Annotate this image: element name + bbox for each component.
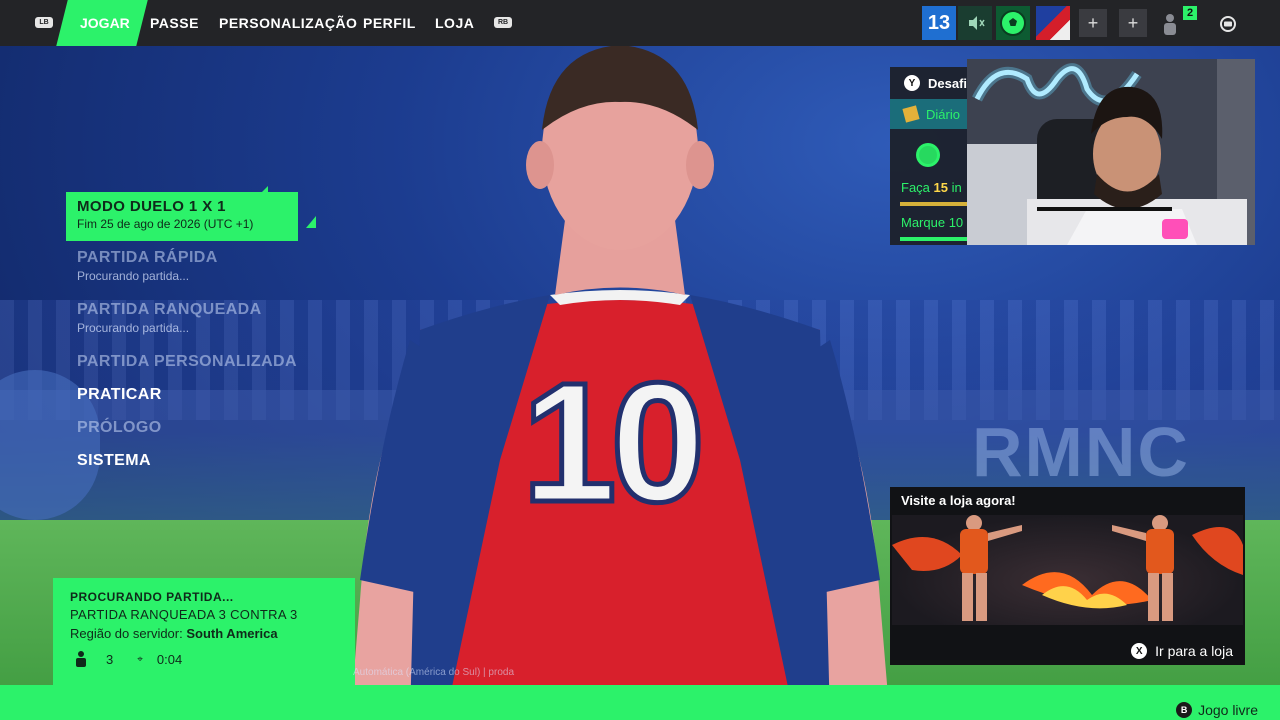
tab-loja[interactable]: LOJA xyxy=(435,15,474,31)
tab-diario-label: Diário xyxy=(926,106,960,122)
go-to-store-label: Ir para a loja xyxy=(1155,643,1233,659)
webcam-overlay xyxy=(967,59,1255,245)
timer-icon: ⌖ xyxy=(137,653,143,665)
challenge-task-1-prefix: Faça xyxy=(901,180,930,195)
chat-icon[interactable] xyxy=(1219,15,1237,38)
flag-icon[interactable] xyxy=(1036,6,1070,40)
free-play-label: Jogo livre xyxy=(1198,702,1258,718)
go-to-store-button[interactable]: X Ir para a loja xyxy=(1131,643,1233,659)
top-navigation-bar: LB JOGAR PASSE PERSONALIZAÇÃO PERFIL LOJ… xyxy=(0,0,1280,46)
mode-end-date: Fim 25 de ago de 2026 (UTC +1) xyxy=(77,217,254,231)
tab-diario[interactable]: Diário xyxy=(890,99,970,129)
plus-icon[interactable]: + xyxy=(1079,9,1107,37)
sponsor-board: RMNC xyxy=(972,413,1190,491)
player-icon xyxy=(75,651,87,667)
challenge-task-2: Marque 10 xyxy=(901,215,964,230)
store-promo-title: Visite a loja agora! xyxy=(901,493,1016,508)
tab-jogar[interactable]: JOGAR xyxy=(80,15,130,31)
menu-item-partida-personalizada[interactable]: PARTIDA PERSONALIZADA xyxy=(77,353,297,371)
matchmaking-mode: PARTIDA RANQUEADA 3 CONTRA 3 xyxy=(70,607,298,622)
player-level-badge[interactable]: 13 xyxy=(922,6,956,40)
menu-item-label: PARTIDA RÁPIDA xyxy=(77,249,218,266)
challenges-header: Y Desafi xyxy=(890,67,970,99)
menu-item-prologo[interactable]: PRÓLOGO xyxy=(77,419,162,437)
server-region-value: South America xyxy=(186,626,278,641)
challenges-panel[interactable]: Y Desafi Diário Faça 15 in Marque 10 xyxy=(890,67,970,245)
mode-duel-card[interactable]: MODO DUELO 1 X 1 Fim 25 de ago de 2026 (… xyxy=(66,192,298,241)
menu-item-label: PRÓLOGO xyxy=(77,419,162,436)
challenge-task-1-number: 15 xyxy=(933,180,948,195)
free-play-button[interactable]: B Jogo livre xyxy=(1176,702,1258,718)
lb-button-icon[interactable]: LB xyxy=(35,17,53,28)
store-promo-image xyxy=(892,515,1243,625)
menu-item-status: Procurando partida... xyxy=(77,269,190,283)
mute-icon[interactable] xyxy=(958,6,992,40)
friends-icon[interactable] xyxy=(1158,12,1182,41)
tab-passe[interactable]: PASSE xyxy=(150,15,199,31)
challenges-title: Desafi xyxy=(928,75,968,91)
ball-icon[interactable] xyxy=(996,6,1030,40)
b-button-icon: B xyxy=(1176,702,1193,718)
server-region: Região do servidor: South America xyxy=(70,626,338,641)
tab-personalizacao[interactable]: PERSONALIZAÇÃO xyxy=(219,15,357,31)
menu-item-praticar[interactable]: PRATICAR xyxy=(77,386,162,404)
menu-item-label: PARTIDA RANQUEADA xyxy=(77,301,262,318)
matchmaking-panel: PROCURANDO PARTIDA... PARTIDA RANQUEADA … xyxy=(53,578,355,685)
challenge-progress-bar xyxy=(900,237,970,241)
menu-item-partida-ranqueada[interactable]: PARTIDA RANQUEADA Procurando partida... xyxy=(77,301,262,335)
menu-item-label: SISTEMA xyxy=(77,452,151,469)
menu-item-sistema[interactable]: SISTEMA xyxy=(77,452,151,470)
matchmaking-timer: 0:04 xyxy=(156,651,183,667)
server-region-label: Região do servidor: xyxy=(70,626,183,641)
challenge-task-1-suffix: in xyxy=(951,180,962,195)
ticket-icon xyxy=(902,105,920,123)
mode-card-decoration xyxy=(258,186,268,196)
matchmaking-title: PROCURANDO PARTIDA... xyxy=(70,590,234,604)
x-button-icon: X xyxy=(1131,643,1148,659)
menu-item-label: PRATICAR xyxy=(77,386,162,403)
menu-item-partida-rapida[interactable]: PARTIDA RÁPIDA Procurando partida... xyxy=(77,249,218,283)
rb-button-icon[interactable]: RB xyxy=(494,17,512,28)
mode-card-decoration xyxy=(306,216,316,228)
y-button-icon: Y xyxy=(904,75,920,91)
region-version-info: Automática (América do Sul) | proda xyxy=(353,667,515,678)
tab-perfil[interactable]: PERFIL xyxy=(363,15,416,31)
menu-item-status: Procurando partida... xyxy=(77,321,190,335)
plus-icon[interactable]: + xyxy=(1119,9,1147,37)
store-promo-panel[interactable]: Visite a loja agora! X Ir para a loja xyxy=(890,487,1245,665)
ball-icon xyxy=(916,143,940,172)
bottom-bar xyxy=(0,685,1280,720)
player-count: 3 xyxy=(106,651,114,667)
challenge-task-1: Faça 15 in xyxy=(901,180,962,195)
jersey-number: 10 xyxy=(519,348,707,538)
matchmaking-stats: 3 ⌖ 0:04 xyxy=(70,651,338,667)
friends-count-badge: 2 xyxy=(1183,6,1198,20)
mode-title: MODO DUELO 1 X 1 xyxy=(77,198,226,215)
menu-item-label: PARTIDA PERSONALIZADA xyxy=(77,353,297,370)
challenge-progress-bar xyxy=(900,202,970,206)
